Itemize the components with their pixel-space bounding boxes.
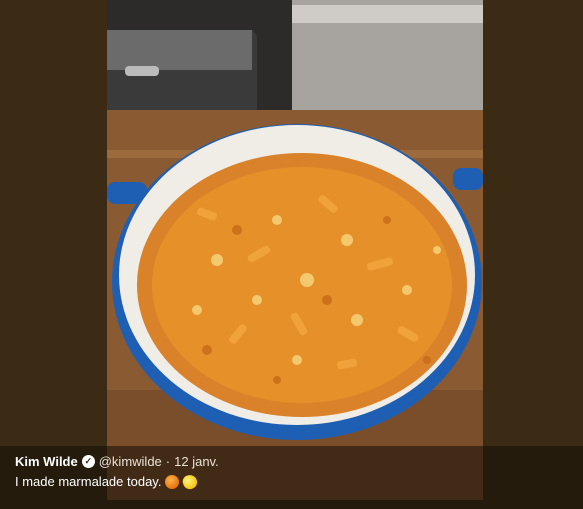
- tweet-caption: Kim Wilde ✓ @kimwilde · 12 janv. I made …: [0, 446, 583, 509]
- tweet-date[interactable]: 12 janv.: [174, 454, 219, 469]
- lemon-emoji-icon: [181, 472, 200, 491]
- tweet-body: I made marmalade today.: [15, 472, 200, 491]
- tweet-photo[interactable]: [107, 0, 483, 500]
- marmalade-pot-image: [107, 0, 483, 500]
- author-handle[interactable]: @kimwilde: [99, 454, 162, 469]
- tweet-header: Kim Wilde ✓ @kimwilde · 12 janv.: [15, 454, 219, 469]
- author-name[interactable]: Kim Wilde: [15, 454, 78, 469]
- tangerine-emoji-icon: [165, 474, 180, 489]
- tweet-text: I made marmalade today.: [15, 474, 162, 489]
- separator-dot: ·: [165, 454, 171, 469]
- verified-badge-icon: ✓: [81, 455, 95, 468]
